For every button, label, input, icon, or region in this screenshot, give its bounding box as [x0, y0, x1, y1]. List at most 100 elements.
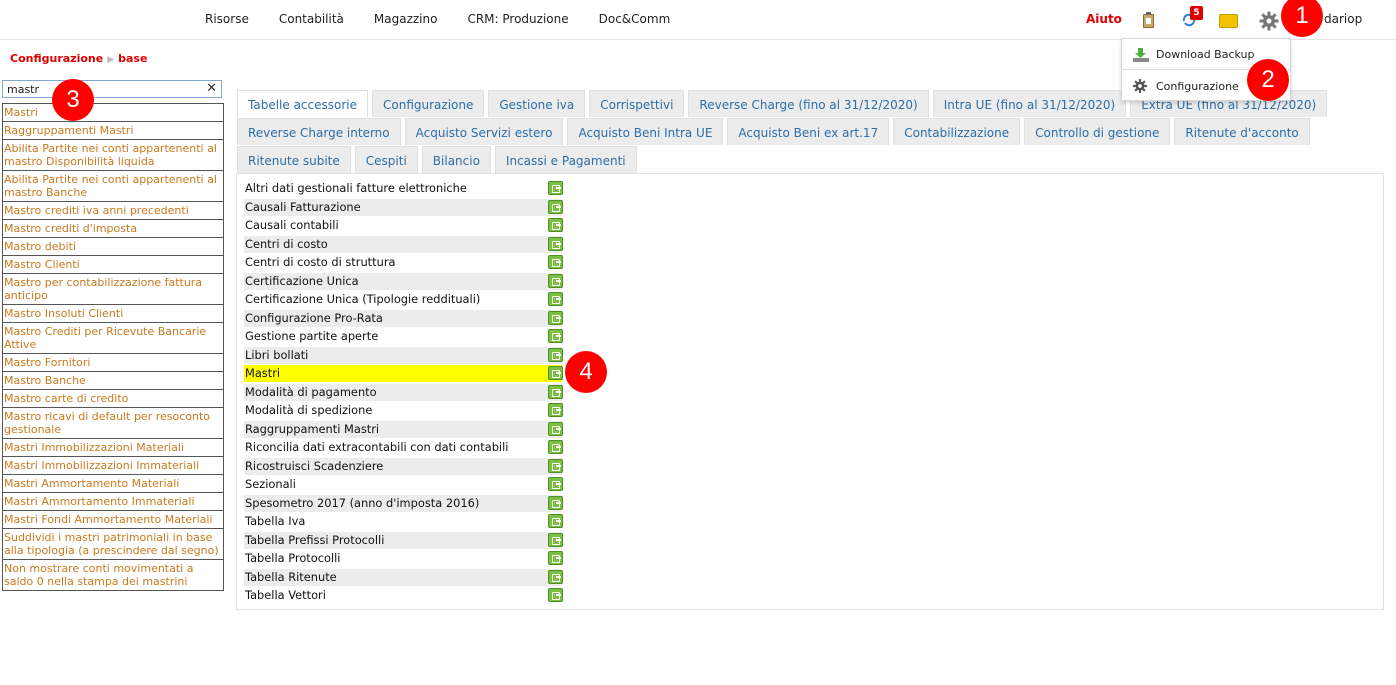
tab-ritenute-subite[interactable]: Ritenute subite: [237, 146, 351, 173]
tab-contabilizzazione[interactable]: Contabilizzazione: [893, 118, 1021, 145]
open-table-button[interactable]: [548, 495, 563, 510]
open-table-button[interactable]: [548, 255, 563, 269]
nav-crm-produzione[interactable]: CRM: Produzione: [467, 12, 568, 26]
nav-contabilita[interactable]: Contabilità: [279, 12, 344, 26]
tab-cespiti[interactable]: Cespiti: [354, 146, 418, 173]
search-result-item[interactable]: Mastri Ammortamento Materiali: [3, 474, 223, 492]
search-result-item[interactable]: Mastro debiti: [3, 237, 223, 255]
nav-doc-comm[interactable]: Doc&Comm: [599, 12, 671, 26]
table-row: Ricostruisci Scadenziere: [244, 457, 562, 475]
clipboard-icon[interactable]: [1143, 12, 1154, 28]
tab-reverse-charge-fino-al-31-12-2020[interactable]: Reverse Charge (fino al 31/12/2020): [688, 90, 929, 117]
tab-configurazione[interactable]: Configurazione: [372, 90, 485, 117]
table-row: Mastri: [244, 365, 562, 382]
tab-ritenute-d-acconto[interactable]: Ritenute d'acconto: [1174, 118, 1310, 145]
search-result-item[interactable]: Non mostrare conti movimentati a saldo 0…: [3, 559, 223, 590]
open-table-button[interactable]: [548, 347, 563, 362]
search-result-item[interactable]: Mastro Clienti: [3, 255, 223, 273]
search-result-item[interactable]: Mastro ricavi di default per resoconto g…: [3, 407, 223, 438]
table-row: Tabella Iva: [245, 514, 306, 528]
open-table-button[interactable]: [548, 440, 563, 454]
tab-reverse-charge-interno[interactable]: Reverse Charge interno: [237, 118, 401, 145]
search-result-item[interactable]: Mastro carte di credito: [3, 389, 223, 407]
breadcrumb-base[interactable]: base: [118, 52, 147, 65]
nav-magazzino[interactable]: Magazzino: [374, 12, 438, 26]
open-table-button[interactable]: [548, 458, 563, 473]
open-table-button[interactable]: [548, 588, 563, 602]
search-result-item[interactable]: Mastri: [3, 103, 223, 121]
tab-corrispettivi[interactable]: Corrispettivi: [589, 90, 685, 117]
tab-tabelle-accessorie[interactable]: Tabelle accessorie: [237, 90, 368, 117]
nav-risorse[interactable]: Risorse: [205, 12, 249, 26]
notification-badge[interactable]: 5: [1190, 6, 1203, 20]
tab-acquisto-servizi-estero[interactable]: Acquisto Servizi estero: [404, 118, 564, 145]
search-result-item[interactable]: Mastro crediti iva anni precedenti: [3, 201, 223, 219]
main-menu: Risorse Contabilità Magazzino CRM: Produ…: [205, 12, 700, 26]
open-table-button[interactable]: [548, 551, 563, 565]
open-table-button[interactable]: [548, 366, 563, 380]
table-row: Raggruppamenti Mastri: [244, 420, 562, 438]
breadcrumb-separator-icon: ▶: [107, 55, 115, 65]
table-row: Certificazione Unica (Tipologie redditua…: [245, 292, 481, 306]
open-table-button[interactable]: [548, 199, 563, 214]
tab-incassi-e-pagamenti[interactable]: Incassi e Pagamenti: [494, 146, 637, 173]
tab-intra-ue-fino-al-31-12-2020[interactable]: Intra UE (fino al 31/12/2020): [932, 90, 1127, 117]
search-result-item[interactable]: Mastri Immobilizzazioni Materiali: [3, 438, 223, 456]
tab-gestione-iva[interactable]: Gestione iva: [488, 90, 586, 117]
open-table-button[interactable]: [548, 569, 563, 584]
open-table-button[interactable]: [548, 403, 563, 417]
search-result-item[interactable]: Mastro Crediti per Ricevute Bancarie Att…: [3, 322, 223, 353]
menu-download-backup-label: Download Backup: [1156, 48, 1255, 61]
open-table-button[interactable]: [548, 477, 563, 491]
open-table-button[interactable]: [548, 514, 563, 528]
table-row: Certificazione Unica: [244, 272, 562, 290]
search-result-item[interactable]: Mastri Immobilizzazioni Immateriali: [3, 456, 223, 474]
search-result-item[interactable]: Mastri Fondi Ammortamento Materiali: [3, 510, 223, 528]
table-row: Riconcilia dati extracontabili con dati …: [245, 440, 509, 454]
tab-acquisto-beni-intra-ue[interactable]: Acquisto Beni Intra UE: [567, 118, 724, 145]
open-table-button[interactable]: [548, 421, 563, 436]
search-result-item[interactable]: Mastro Fornitori: [3, 353, 223, 371]
table-row: Centri di costo: [244, 235, 562, 253]
callout-marker-3: 3: [52, 79, 94, 121]
username[interactable]: dariop: [1324, 12, 1362, 26]
clear-search-button[interactable]: ✕: [206, 81, 217, 97]
open-table-button[interactable]: [548, 384, 563, 399]
open-table-button[interactable]: [548, 329, 563, 343]
download-icon: [1132, 47, 1150, 63]
search-result-item[interactable]: Suddividi i mastri patrimoniali in base …: [3, 528, 223, 559]
breadcrumb-configurazione[interactable]: Configurazione: [10, 52, 103, 65]
gear-icon[interactable]: [1258, 10, 1280, 32]
table-row: Spesometro 2017 (anno d'imposta 2016): [244, 494, 562, 512]
tab-bilancio[interactable]: Bilancio: [421, 146, 491, 173]
tab-acquisto-beni-ex-art-17[interactable]: Acquisto Beni ex art.17: [727, 118, 890, 145]
open-table-button[interactable]: [548, 218, 563, 232]
tab-controllo-di-gestione[interactable]: Controllo di gestione: [1024, 118, 1171, 145]
search-result-item[interactable]: Raggruppamenti Mastri: [3, 121, 223, 139]
open-table-button[interactable]: [548, 310, 563, 325]
search-result-item[interactable]: Mastro per contabilizzazione fattura ant…: [3, 273, 223, 304]
gear-icon: [1132, 78, 1150, 94]
search-result-item[interactable]: Abilita Partite nei conti appartenenti a…: [3, 139, 223, 170]
table-row: Centri di costo di struttura: [245, 255, 396, 269]
search-result-item[interactable]: Abilita Partite nei conti appartenenti a…: [3, 170, 223, 201]
mail-icon[interactable]: [1219, 14, 1238, 28]
open-table-button[interactable]: [548, 532, 563, 547]
table-row: Tabella Ritenute: [244, 568, 562, 586]
search-result-item[interactable]: Mastro crediti d'imposta: [3, 219, 223, 237]
open-table-button[interactable]: [548, 181, 563, 195]
open-table-button[interactable]: [548, 236, 563, 251]
search-input[interactable]: [3, 81, 199, 97]
search-result-item[interactable]: Mastro Insoluti Clienti: [3, 304, 223, 322]
table-row: Sezionali: [245, 477, 296, 491]
tab-row: Ritenute subite Cespiti Bilancio Incassi e …: [237, 146, 641, 173]
help-link[interactable]: Aiuto: [1086, 12, 1122, 26]
search-results-list: Mastri Raggruppamenti Mastri Abilita Parti…: [2, 103, 224, 591]
open-table-button[interactable]: [548, 273, 563, 288]
open-table-button[interactable]: [548, 292, 563, 306]
search-result-item[interactable]: Mastro Banche: [3, 371, 223, 389]
search-result-item[interactable]: Mastri Ammortamento Immateriali: [3, 492, 223, 510]
tab-row: Reverse Charge interno Acquisto Servizi e…: [237, 118, 1314, 145]
table-row: Modalità di spedizione: [245, 403, 373, 417]
breadcrumb: Configurazione ▶ base: [10, 52, 147, 65]
